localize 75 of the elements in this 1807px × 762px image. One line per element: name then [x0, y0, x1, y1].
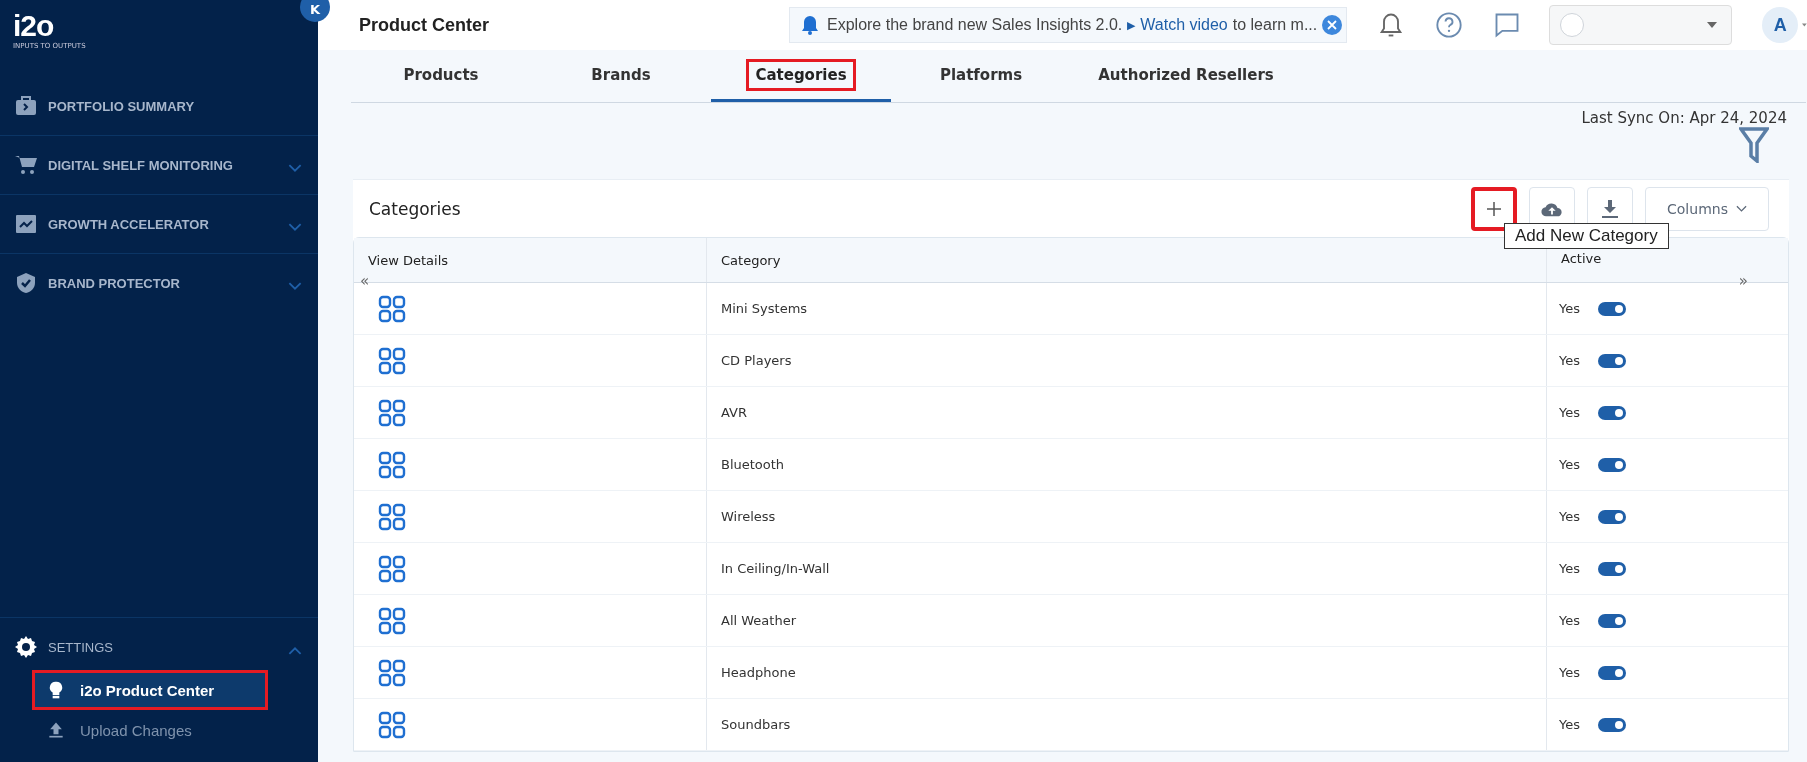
table-cell: Yes — [1559, 353, 1580, 368]
tooltip: Add New Category — [1504, 222, 1669, 249]
tab[interactable]: Categories — [711, 50, 891, 102]
tab[interactable]: Products — [351, 50, 531, 102]
brand-logo-icon — [1560, 13, 1585, 37]
view-details-icon[interactable] — [378, 346, 406, 375]
cart-icon — [14, 153, 38, 177]
table-cell: AVR — [721, 405, 747, 420]
scroll-right-arrow[interactable]: » — [1738, 272, 1748, 290]
user-avatar[interactable]: A — [1762, 7, 1799, 43]
chart-icon — [14, 212, 38, 236]
view-details-icon[interactable] — [378, 398, 406, 427]
play-icon: ▶ — [1127, 18, 1136, 32]
gear-icon — [14, 635, 38, 659]
banner-text: Explore the brand new Sales Insights 2.0. — [827, 16, 1123, 34]
toggle-switch[interactable] — [1598, 457, 1626, 472]
view-details-icon[interactable] — [378, 502, 406, 531]
close-icon[interactable] — [1322, 15, 1343, 35]
view-details-icon[interactable] — [378, 450, 406, 479]
table-cell: All Weather — [721, 613, 796, 628]
table-cell: Yes — [1559, 301, 1580, 316]
toggle-switch[interactable] — [1598, 405, 1626, 420]
caret-icon — [1707, 22, 1718, 28]
tab[interactable]: Brands — [531, 50, 711, 102]
toggle-switch[interactable] — [1598, 301, 1626, 316]
nav-item[interactable]: GROWTH ACCELERATOR — [0, 195, 318, 254]
submenu-item[interactable]: Upload Changes — [32, 710, 268, 750]
settings-item[interactable]: SETTINGS — [0, 624, 318, 670]
toggle-switch[interactable] — [1598, 561, 1626, 576]
table-cell: Headphone — [721, 665, 796, 680]
table-cell: Yes — [1559, 561, 1580, 576]
collapse-button[interactable]: K — [300, 0, 330, 22]
table-cell: Yes — [1559, 405, 1580, 420]
view-details-icon[interactable] — [378, 554, 406, 583]
toggle-switch[interactable] — [1598, 613, 1626, 628]
table-cell: Bluetooth — [721, 457, 785, 472]
briefcase-icon — [14, 94, 38, 118]
columns-button[interactable]: Columns — [1645, 186, 1769, 231]
caret-icon[interactable] — [1802, 22, 1807, 28]
table-cell: Yes — [1559, 509, 1580, 524]
table-cell: Yes — [1559, 457, 1580, 472]
tab[interactable]: Authorized Resellers — [1071, 50, 1301, 102]
watch-video-link[interactable]: Watch video — [1140, 16, 1228, 34]
view-details-icon[interactable] — [378, 658, 406, 687]
plus-icon — [1486, 200, 1502, 217]
table-cell: Yes — [1559, 613, 1580, 628]
chevron-down-icon — [1735, 204, 1747, 213]
view-details-icon[interactable] — [378, 294, 406, 323]
table-cell: Mini Systems — [721, 301, 808, 316]
shield-icon — [14, 271, 38, 295]
table-cell: Soundbars — [721, 717, 791, 732]
toggle-switch[interactable] — [1598, 509, 1626, 524]
table-cell: CD Players — [721, 353, 792, 368]
toggle-switch[interactable] — [1598, 717, 1626, 732]
add-button[interactable] — [1471, 186, 1517, 231]
page-title: Product Center — [359, 14, 491, 36]
nav-item[interactable]: BRAND PROTECTOR — [0, 254, 318, 312]
card-title: Categories — [369, 198, 461, 219]
logo: i2o — [13, 10, 54, 42]
toggle-switch[interactable] — [1598, 353, 1626, 368]
filter-icon[interactable] — [1739, 127, 1769, 163]
nav-item[interactable]: PORTFOLIO SUMMARY — [0, 77, 318, 136]
tab[interactable]: Platforms — [891, 50, 1071, 102]
help-icon[interactable] — [1435, 11, 1464, 39]
table-cell: Yes — [1559, 665, 1580, 680]
banner-text: to learn m... — [1232, 16, 1318, 34]
table-cell: Yes — [1559, 717, 1580, 732]
last-sync-text: Last Sync On: Apr 24, 2024 — [1581, 109, 1787, 127]
view-details-icon[interactable] — [378, 606, 406, 635]
view-details-icon[interactable] — [378, 710, 406, 739]
table-cell: Wireless — [721, 509, 776, 524]
submenu-item[interactable]: i2o Product Center — [32, 670, 268, 710]
download-icon — [1599, 198, 1621, 219]
toggle-switch[interactable] — [1598, 665, 1626, 680]
table-cell: In Ceiling/In-Wall — [721, 561, 830, 576]
